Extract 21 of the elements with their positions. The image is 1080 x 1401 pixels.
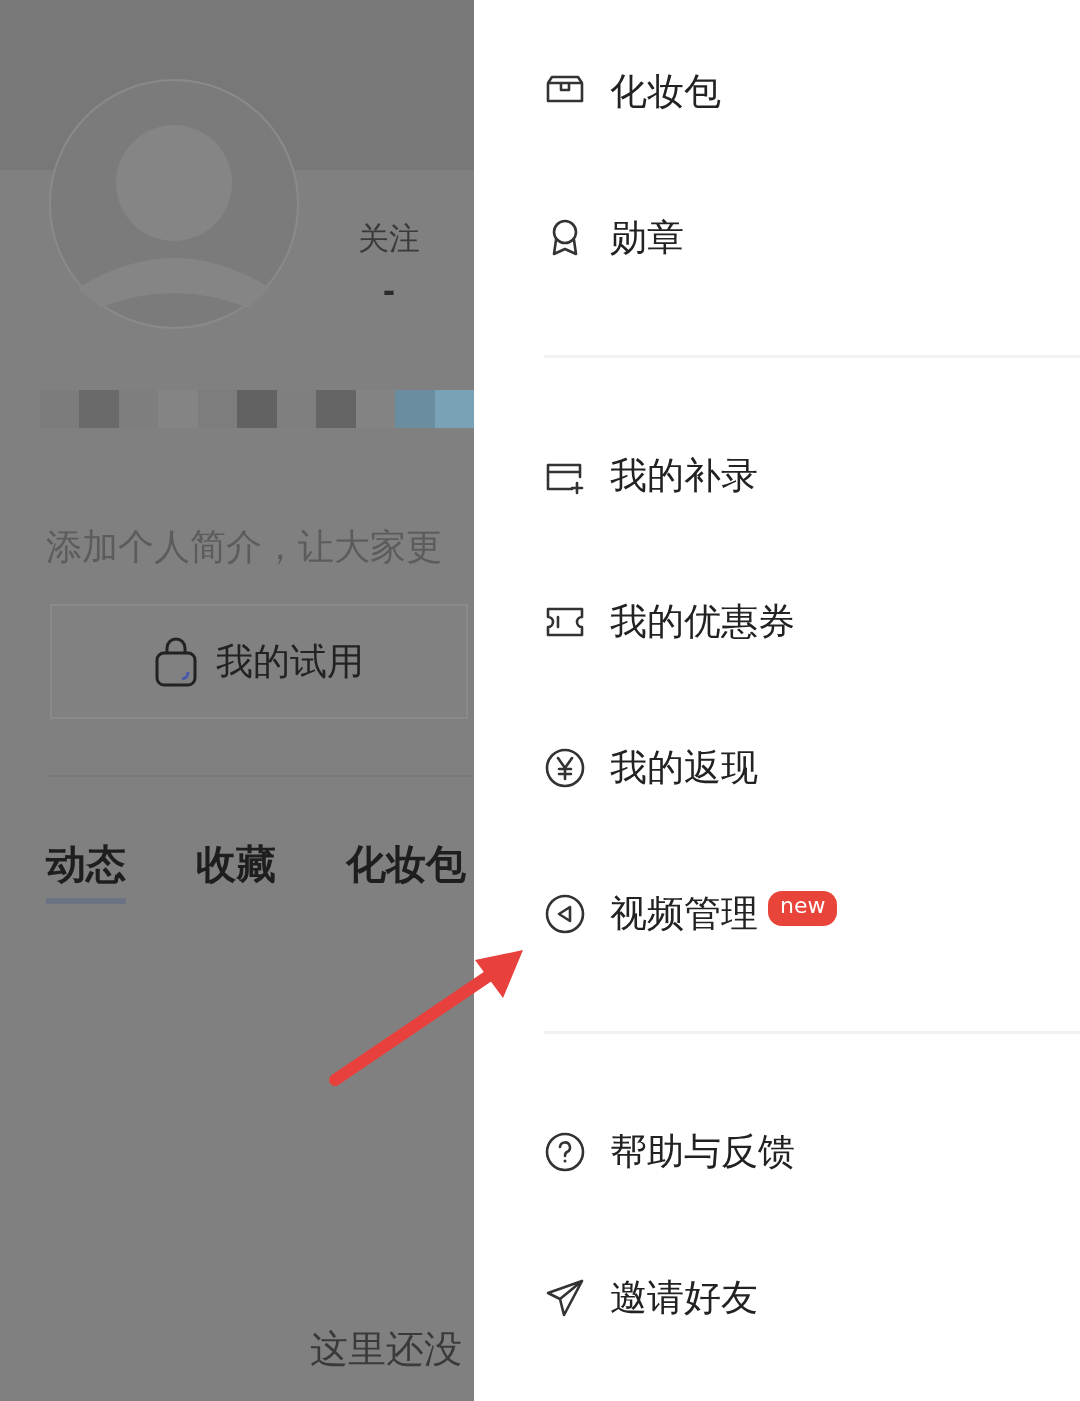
trial-button[interactable]: 我的试用 xyxy=(50,604,468,719)
menu-item[interactable]: 勋章 xyxy=(474,165,1080,311)
profile-tab[interactable]: 化妆包 xyxy=(346,837,466,904)
follow-label: 关注 xyxy=(358,219,420,258)
help-icon xyxy=(544,1131,586,1173)
profile-tab[interactable]: 动态 xyxy=(46,837,126,904)
follow-count: - xyxy=(382,274,396,309)
menu-item[interactable]: 化妆包 xyxy=(474,19,1080,165)
menu-item[interactable]: 帮助与反馈 xyxy=(474,1079,1080,1225)
bag-icon xyxy=(154,635,198,688)
yen-coin-icon xyxy=(544,747,586,789)
video-icon xyxy=(544,893,586,935)
new-badge: new xyxy=(768,890,838,926)
profile-tab[interactable]: 收藏 xyxy=(196,837,276,904)
menu-item[interactable]: 视频管理 new xyxy=(474,841,1080,987)
menu-item[interactable]: 邀请好友 xyxy=(474,1225,1080,1371)
menu-item[interactable]: 我的补录 xyxy=(474,403,1080,549)
menu-item[interactable]: 我的返现 xyxy=(474,695,1080,841)
menu-item[interactable]: 我的优惠券 xyxy=(474,549,1080,695)
paper-plane-icon xyxy=(544,1277,586,1319)
empty-message: 这里还没 xyxy=(310,1326,463,1373)
